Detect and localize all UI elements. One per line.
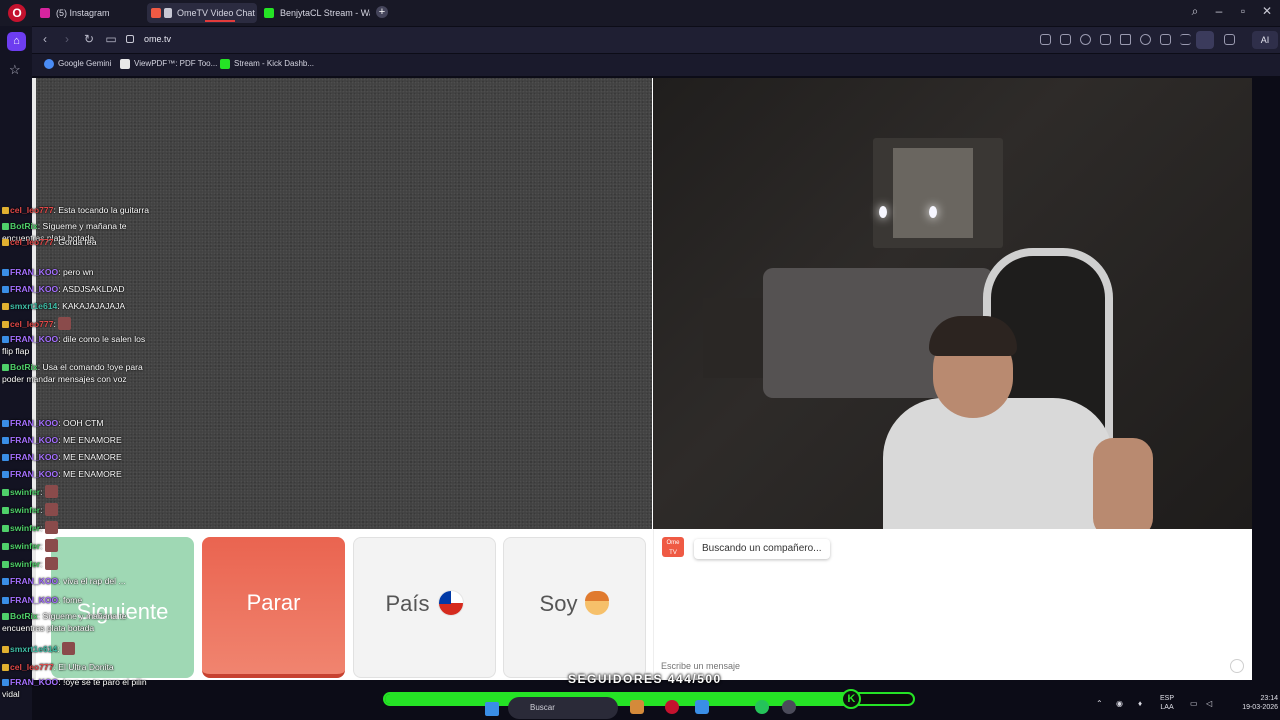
remote-video-static bbox=[36, 78, 652, 529]
page-right-edge bbox=[1252, 78, 1280, 680]
ai-button[interactable]: AI bbox=[1252, 31, 1278, 49]
ometv-page: Siguiente Parar País Soy Ome TV Buscando… bbox=[36, 78, 1252, 680]
menu-icon[interactable] bbox=[1180, 34, 1191, 45]
ometv-icon bbox=[151, 8, 161, 18]
next-button[interactable]: Siguiente bbox=[51, 537, 194, 678]
lamp-light bbox=[929, 206, 937, 218]
opera-logo-icon[interactable]: O bbox=[8, 4, 26, 22]
room-window bbox=[893, 148, 973, 238]
home-icon[interactable]: ⌂ bbox=[7, 32, 26, 51]
new-tab-button[interactable]: + bbox=[376, 6, 388, 18]
bookmark-viewpdf[interactable]: ViewPDF™: PDF Too... bbox=[120, 59, 218, 69]
chat-panel: Ome TV Buscando un compañero... bbox=[653, 529, 1252, 680]
playing-indicator bbox=[205, 20, 235, 22]
tray-chevron-icon[interactable]: ⌃ bbox=[1096, 699, 1103, 708]
layout-code: LAA bbox=[1160, 704, 1174, 711]
bookmark-label: Google Gemini bbox=[58, 59, 112, 68]
search-tabs-icon[interactable]: ⌕ bbox=[1186, 4, 1204, 19]
lock-icon[interactable] bbox=[126, 35, 134, 43]
stop-button[interactable]: Parar bbox=[202, 537, 345, 678]
time: 23:14 bbox=[1260, 695, 1278, 702]
volume-icon[interactable]: ◁ bbox=[1206, 699, 1212, 708]
browser-sidebar: ⌂ ☆ bbox=[0, 26, 32, 720]
network-icon[interactable]: ▭ bbox=[1190, 699, 1198, 708]
speaker-icon[interactable] bbox=[164, 8, 172, 18]
pdf-icon bbox=[120, 59, 130, 69]
maximize-button[interactable]: ▫ bbox=[1234, 4, 1252, 18]
profile-icon[interactable] bbox=[1196, 31, 1214, 49]
download-icon[interactable] bbox=[1160, 34, 1171, 45]
person-torso bbox=[883, 398, 1113, 529]
tab-label: OmeTV Video Chat - bbox=[177, 8, 257, 18]
app-icon[interactable] bbox=[782, 700, 796, 714]
bookmark-label: ViewPDF™: PDF Too... bbox=[134, 59, 218, 68]
bookmarks-bar: Google Gemini ViewPDF™: PDF Too... Strea… bbox=[32, 54, 1280, 76]
boy-emoji-icon bbox=[585, 591, 610, 615]
bookmark-gemini[interactable]: Google Gemini bbox=[44, 59, 112, 69]
tab-label: BenjytaCL Stream - Watch bbox=[280, 8, 370, 18]
camera-icon[interactable] bbox=[1060, 34, 1071, 45]
gender-button[interactable]: Soy bbox=[503, 537, 646, 678]
taskbar: Buscar ⌃ ◉ ♦ ESP LAA ▭ ◁ 23:14 19-03-202… bbox=[160, 688, 1280, 720]
next-label: Siguiente bbox=[76, 599, 169, 624]
tab-kick[interactable]: BenjytaCL Stream - Watch bbox=[260, 3, 370, 23]
player-icon[interactable] bbox=[1120, 34, 1131, 45]
followers-goal-text: SEGUIDORES 444/500 bbox=[568, 672, 722, 686]
control-panel: Siguiente Parar País Soy bbox=[36, 529, 652, 680]
bookmark-kick[interactable]: Stream - Kick Dashb... bbox=[220, 59, 315, 69]
app-icon[interactable] bbox=[695, 700, 709, 714]
extension-icon[interactable] bbox=[1100, 34, 1111, 45]
local-webcam-video bbox=[653, 78, 1252, 529]
stop-label: Parar bbox=[246, 590, 301, 615]
language-indicator[interactable]: ESP LAA bbox=[1160, 694, 1174, 712]
gemini-icon bbox=[44, 59, 54, 69]
edit-icon[interactable] bbox=[1040, 34, 1051, 45]
forward-button[interactable]: › bbox=[60, 32, 74, 46]
microphone-icon[interactable]: ♦ bbox=[1138, 699, 1142, 708]
close-button[interactable]: ✕ bbox=[1258, 4, 1276, 18]
tab-bar: O (5) Instagram OmeTV Video Chat - Benjy… bbox=[0, 0, 1280, 26]
country-button[interactable]: País bbox=[353, 537, 496, 678]
gender-label: Soy bbox=[539, 591, 578, 616]
windows-start-icon[interactable] bbox=[485, 702, 499, 716]
heart-icon[interactable] bbox=[1140, 34, 1151, 45]
message-input[interactable] bbox=[654, 657, 1214, 675]
tab-ometv[interactable]: OmeTV Video Chat - bbox=[147, 3, 257, 23]
lamp-light bbox=[879, 206, 887, 218]
app-icon[interactable] bbox=[755, 700, 769, 714]
shield-icon[interactable] bbox=[1080, 34, 1091, 45]
kick-icon bbox=[220, 59, 230, 69]
taskbar-search[interactable]: Buscar bbox=[508, 697, 618, 719]
minimize-button[interactable]: – bbox=[1210, 4, 1228, 18]
country-label: País bbox=[385, 591, 430, 616]
star-icon[interactable]: ☆ bbox=[9, 62, 21, 78]
person-hair bbox=[929, 316, 1017, 356]
instagram-icon bbox=[40, 8, 50, 18]
reload-button[interactable]: ↻ bbox=[82, 32, 96, 46]
kick-icon bbox=[264, 8, 274, 18]
screen: O (5) Instagram OmeTV Video Chat - Benjy… bbox=[0, 0, 1280, 720]
tray-app-icon[interactable]: ◉ bbox=[1116, 699, 1123, 708]
status-message: Buscando un compañero... bbox=[694, 539, 830, 559]
tab-label: (5) Instagram bbox=[56, 8, 110, 18]
tab-instagram[interactable]: (5) Instagram bbox=[36, 3, 144, 23]
cube-icon[interactable] bbox=[1224, 34, 1235, 45]
address-bar: ‹ › ↻ ▭ ome.tv AI bbox=[32, 27, 1280, 53]
opera-taskbar-icon[interactable] bbox=[665, 700, 679, 714]
emoji-picker-icon[interactable] bbox=[1230, 659, 1244, 673]
url-field[interactable]: ome.tv bbox=[144, 34, 171, 44]
person-arm bbox=[1093, 438, 1153, 529]
bookmark-label: Stream - Kick Dashb... bbox=[234, 59, 315, 68]
speed-dial-icon[interactable]: ▭ bbox=[104, 32, 118, 46]
app-icon[interactable] bbox=[630, 700, 644, 714]
date: 19-03-2026 bbox=[1242, 704, 1278, 711]
ometv-logo: Ome TV bbox=[662, 537, 684, 557]
clock[interactable]: 23:14 19-03-2026 bbox=[1238, 694, 1278, 712]
language-code: ESP bbox=[1160, 695, 1175, 702]
chile-flag-icon bbox=[437, 590, 464, 616]
back-button[interactable]: ‹ bbox=[38, 32, 52, 46]
